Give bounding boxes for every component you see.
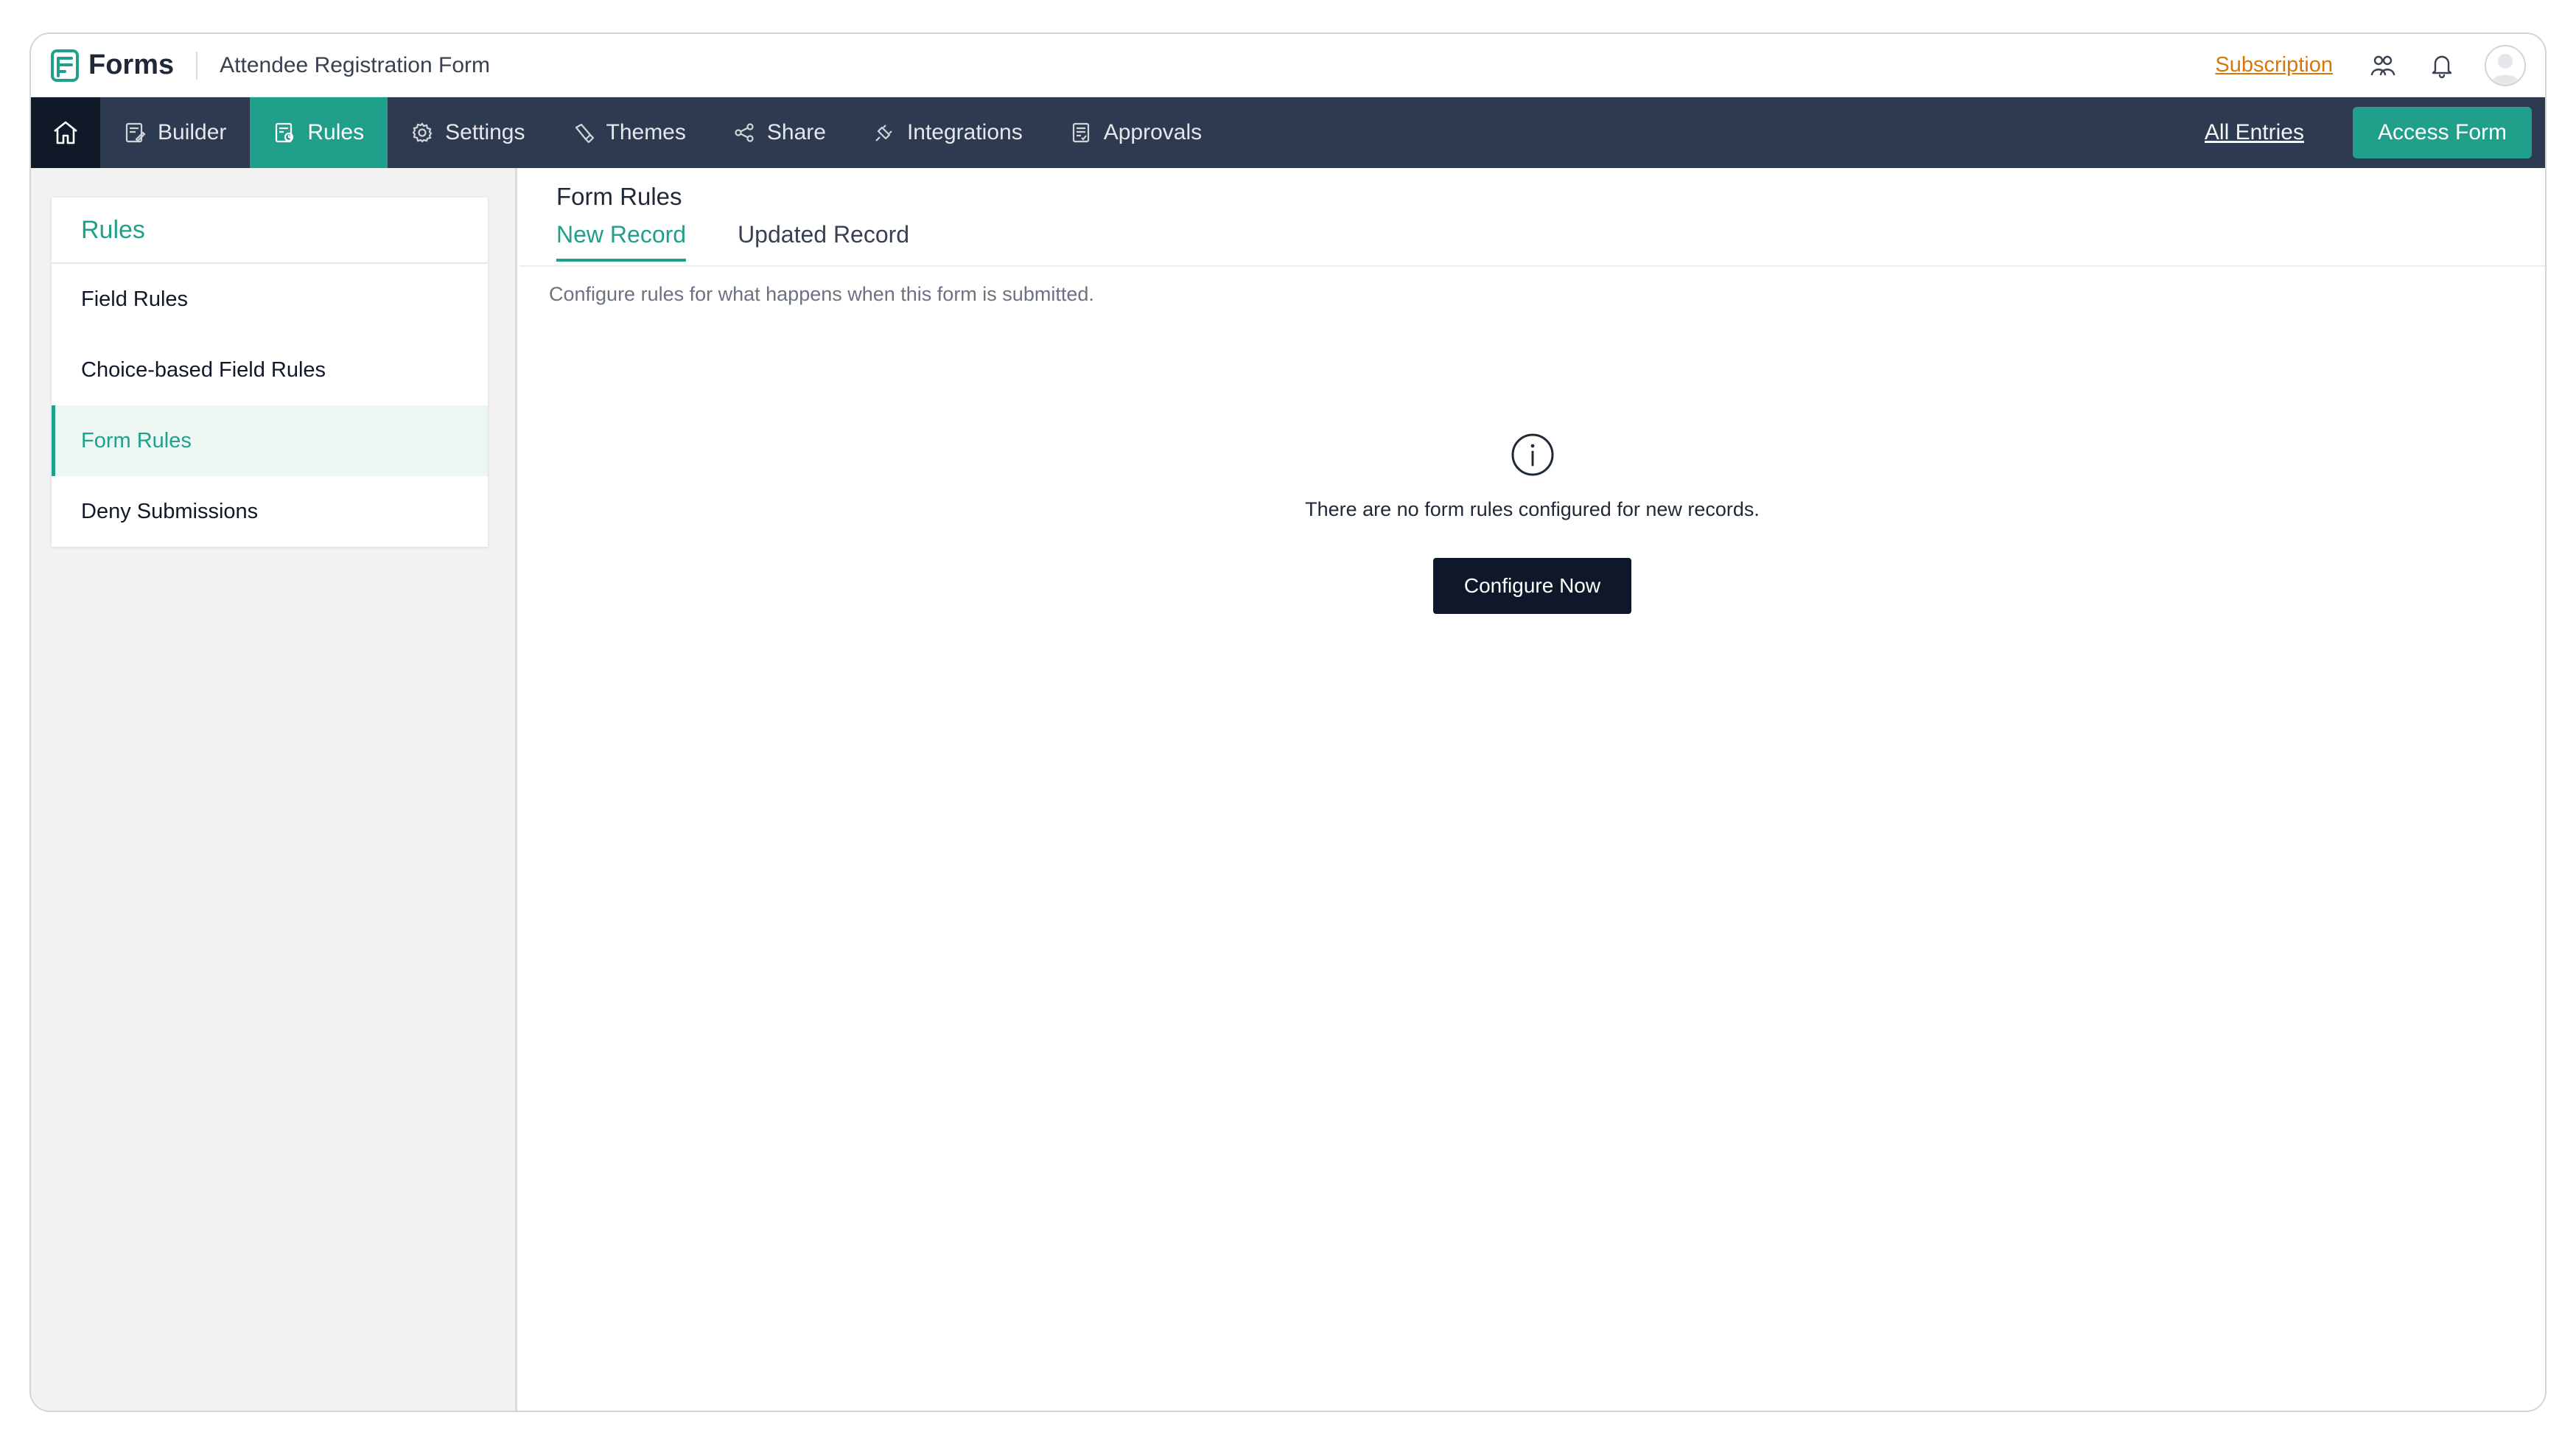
nav-integrations-label: Integrations	[906, 120, 1023, 144]
nav-approvals-label: Approvals	[1103, 120, 1203, 144]
builder-icon	[125, 122, 146, 143]
info-icon	[1511, 433, 1553, 476]
empty-state-message: There are no form rules configured for n…	[1305, 498, 1760, 520]
nav-rules-label: Rules	[307, 120, 365, 144]
sidebar-item-deny-submissions[interactable]: Deny Submissions	[52, 476, 488, 547]
forms-logo-icon	[49, 48, 81, 83]
nav-share[interactable]: Share	[710, 97, 850, 168]
rules-panel: Rules Field Rules Choice-based Field Rul…	[52, 198, 488, 547]
nav-themes[interactable]: Themes	[549, 97, 710, 168]
nav-builder-label: Builder	[158, 120, 227, 144]
sidebar-item-field-rules[interactable]: Field Rules	[52, 264, 488, 335]
share-icon	[735, 123, 754, 142]
home-icon[interactable]	[31, 97, 100, 168]
nav-settings[interactable]: Settings	[388, 97, 548, 168]
nav-approvals[interactable]: Approvals	[1046, 97, 1225, 168]
brush-icon	[575, 123, 594, 144]
tab-new-record[interactable]: New Record	[556, 221, 687, 262]
access-form-button[interactable]: Access Form	[2352, 107, 2532, 158]
approvals-icon	[1072, 122, 1089, 143]
app-window: Forms Attendee Registration Form Subscri…	[29, 32, 2547, 1412]
bell-icon[interactable]	[2426, 49, 2458, 82]
form-title: Attendee Registration Form	[220, 52, 490, 77]
brand-name: Forms	[88, 49, 175, 80]
content-header: Form Rules New Record Updated Record	[519, 168, 2545, 267]
page-title: Form Rules	[556, 183, 682, 210]
gear-icon	[412, 122, 433, 143]
empty-state: There are no form rules configured for n…	[519, 432, 2545, 614]
rules-icon	[276, 122, 294, 143]
nav-integrations[interactable]: Integrations	[850, 97, 1046, 168]
team-icon[interactable]	[2367, 49, 2399, 82]
top-header: Forms Attendee Registration Form Subscri…	[31, 34, 2545, 97]
main-content: Form Rules New Record Updated Record Con…	[519, 168, 2545, 1411]
tab-updated-record[interactable]: Updated Record	[738, 221, 909, 262]
subscription-link[interactable]: Subscription	[2215, 53, 2333, 77]
sidebar-title: Rules	[52, 198, 488, 264]
record-tabs: New Record Updated Record	[556, 221, 961, 262]
nav-share-label: Share	[766, 120, 826, 144]
nav-rules[interactable]: Rules	[250, 97, 388, 168]
nav-builder[interactable]: Builder	[100, 97, 250, 168]
header-divider	[196, 51, 198, 80]
configure-now-button[interactable]: Configure Now	[1432, 558, 1632, 614]
rules-sidebar: Rules Field Rules Choice-based Field Rul…	[31, 168, 517, 1411]
sidebar-item-choice-based-field-rules[interactable]: Choice-based Field Rules	[52, 335, 488, 405]
all-entries-link[interactable]: All Entries	[2205, 120, 2304, 145]
sidebar-item-form-rules[interactable]: Form Rules	[52, 405, 488, 476]
plug-icon	[875, 125, 892, 142]
page-description: Configure rules for what happens when th…	[549, 283, 1094, 305]
avatar-icon[interactable]	[2485, 44, 2526, 86]
nav-settings-label: Settings	[445, 120, 525, 144]
nav-themes-label: Themes	[606, 120, 686, 144]
main-nav: Builder Rules Settings Themes Share Inte…	[31, 97, 2545, 168]
